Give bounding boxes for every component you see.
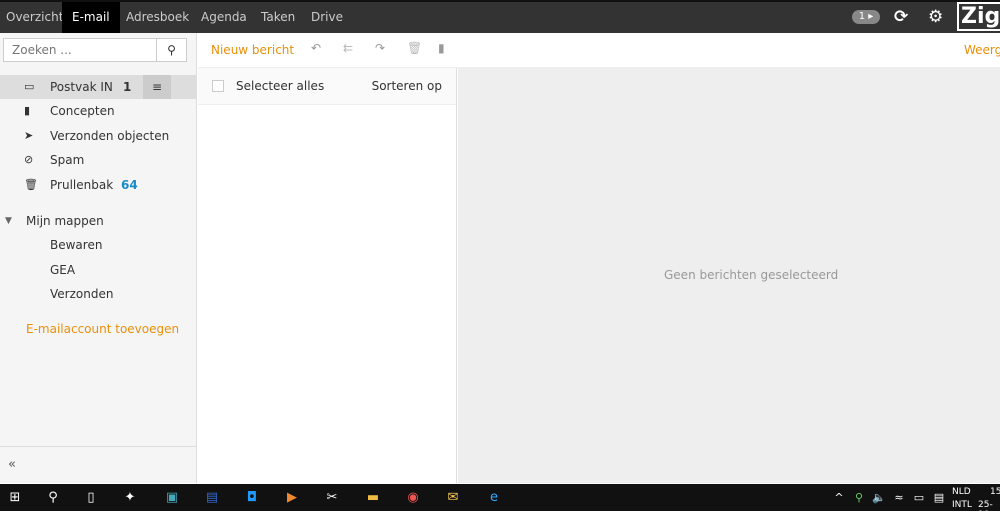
folder-label: Concepten xyxy=(50,104,115,118)
snipping-icon[interactable]: ✂ xyxy=(323,489,341,507)
unread-count: 1 xyxy=(123,80,132,94)
taskbar: ⊞ ⚲ ▯ ✦ ▣ ▤ ◘ ▶ ✂ ▬ ◉ ✉ e ^ ⚲ 🔈 ≈ ▭ ▤ NL… xyxy=(0,484,1000,520)
forward-icon[interactable]: ↷ xyxy=(375,41,385,55)
list-header: Selecteer alles Sorteren op xyxy=(198,68,456,105)
language-indicator[interactable]: NLD xyxy=(952,487,971,497)
folder-label: Spam xyxy=(50,153,85,167)
folder-menu-icon[interactable]: ≡ xyxy=(143,75,171,99)
tab-taken[interactable]: Taken xyxy=(255,2,301,33)
volume-icon[interactable]: 🔈 xyxy=(870,489,888,507)
media-icon[interactable]: ▶ xyxy=(283,489,301,507)
task-view-icon[interactable]: ▯ xyxy=(82,489,100,507)
folder-label: Verzonden objecten xyxy=(50,129,170,143)
caret-down-icon: ▼ xyxy=(5,216,12,226)
view-button[interactable]: Weerg xyxy=(964,43,1000,57)
file-icon: ▮ xyxy=(24,104,31,117)
sort-button[interactable]: Sorteren op xyxy=(372,79,442,93)
clock-date: 25-10 xyxy=(978,500,993,520)
word-icon[interactable]: ▤ xyxy=(203,489,221,507)
search-box: ⚲ xyxy=(3,38,187,62)
my-folders-label: Mijn mappen xyxy=(26,214,104,228)
folder-label: GEA xyxy=(50,263,76,277)
message-list: Selecteer alles Sorteren op xyxy=(198,68,457,483)
select-all-checkbox[interactable] xyxy=(212,80,224,92)
select-all-label[interactable]: Selecteer alles xyxy=(236,79,324,93)
trash-icon: 🗑 xyxy=(24,178,38,191)
new-message-button[interactable]: Nieuw bericht xyxy=(211,43,294,57)
refresh-icon[interactable]: ⟳ xyxy=(894,7,908,27)
clock-time[interactable]: 15 xyxy=(990,487,1000,497)
folder-label: Postvak IN xyxy=(50,80,113,94)
badge-count: 1 xyxy=(858,11,866,22)
explorer-icon[interactable]: ▬ xyxy=(364,489,382,507)
folder-inbox[interactable]: ▭ Postvak IN 1 ≡ xyxy=(0,75,197,99)
app-icon[interactable]: ✦ xyxy=(121,489,139,507)
search-icon[interactable]: ⚲ xyxy=(156,39,186,61)
gear-icon[interactable]: ⚙ xyxy=(928,7,943,27)
my-folders-toggle[interactable]: ▼ Mijn mappen xyxy=(0,209,197,233)
send-icon: ➤ xyxy=(24,129,34,142)
empty-message: Geen berichten geselecteerd xyxy=(664,268,839,282)
add-account-link[interactable]: E-mailaccount toevoegen xyxy=(26,317,179,341)
tab-overzicht[interactable]: Overzicht xyxy=(0,2,69,33)
message-detail: Geen berichten geselecteerd xyxy=(458,68,1000,483)
tab-email[interactable]: E-mail xyxy=(62,2,120,33)
folder-verzonden-objecten[interactable]: ➤ Verzonden objecten xyxy=(0,124,197,148)
chevron-up-icon[interactable]: ^ xyxy=(830,489,848,507)
inbox-icon: ▭ xyxy=(24,80,35,93)
tab-drive[interactable]: Drive xyxy=(305,2,349,33)
app-icon[interactable]: ▣ xyxy=(163,489,181,507)
notification-badge[interactable]: 1 ▸ xyxy=(852,10,880,24)
ie-icon[interactable]: e xyxy=(485,489,503,507)
mail-icon[interactable]: ✉ xyxy=(444,489,462,507)
item-count: 64 xyxy=(121,178,138,192)
search-input[interactable] xyxy=(4,39,156,61)
folder-label: Verzonden xyxy=(50,287,114,301)
folder-bewaren[interactable]: Bewaren xyxy=(0,233,197,257)
chrome-icon[interactable]: ◉ xyxy=(404,489,422,507)
delete-icon[interactable]: 🗑 xyxy=(407,41,422,55)
folder-label: Bewaren xyxy=(50,238,103,252)
ban-icon: ⊘ xyxy=(24,153,34,166)
start-icon[interactable]: ⊞ xyxy=(6,489,24,507)
top-nav: Overzicht E-mail Adresboek Agenda Taken … xyxy=(0,0,1000,33)
folder-prullenbak[interactable]: 🗑 Prullenbak 64 xyxy=(0,173,197,197)
folder-gea[interactable]: GEA xyxy=(0,258,197,282)
reply-all-icon[interactable]: ⇇ xyxy=(343,41,353,55)
bookmark-icon[interactable]: ▮ xyxy=(438,41,445,55)
reply-icon[interactable]: ↶ xyxy=(311,41,321,55)
battery-icon[interactable]: ▭ xyxy=(910,489,928,507)
toolbar: Nieuw bericht ↶ ⇇ ↷ 🗑 ▮ Weerg xyxy=(198,33,1000,68)
network-icon[interactable]: ⚲ xyxy=(850,489,868,507)
teamviewer-icon[interactable]: ◘ xyxy=(243,489,261,507)
notifications-icon[interactable]: ▤ xyxy=(930,489,948,507)
folder-spam[interactable]: ⊘ Spam xyxy=(0,148,197,172)
folder-label: Prullenbak xyxy=(50,178,114,192)
folder-concepten[interactable]: ▮ Concepten xyxy=(0,99,197,123)
language-variant: INTL xyxy=(952,500,972,510)
tab-agenda[interactable]: Agenda xyxy=(195,2,253,33)
search-icon[interactable]: ⚲ xyxy=(44,489,62,507)
collapse-sidebar-button[interactable]: « xyxy=(0,446,196,483)
tab-adresboek[interactable]: Adresboek xyxy=(120,2,195,33)
sidebar: ⚲ ▭ Postvak IN 1 ≡ ▮ Concepten ➤ Verzonden… xyxy=(0,33,197,483)
wifi-icon[interactable]: ≈ xyxy=(890,489,908,507)
logo: Zig xyxy=(957,2,1000,31)
folder-verzonden[interactable]: Verzonden xyxy=(0,282,197,306)
